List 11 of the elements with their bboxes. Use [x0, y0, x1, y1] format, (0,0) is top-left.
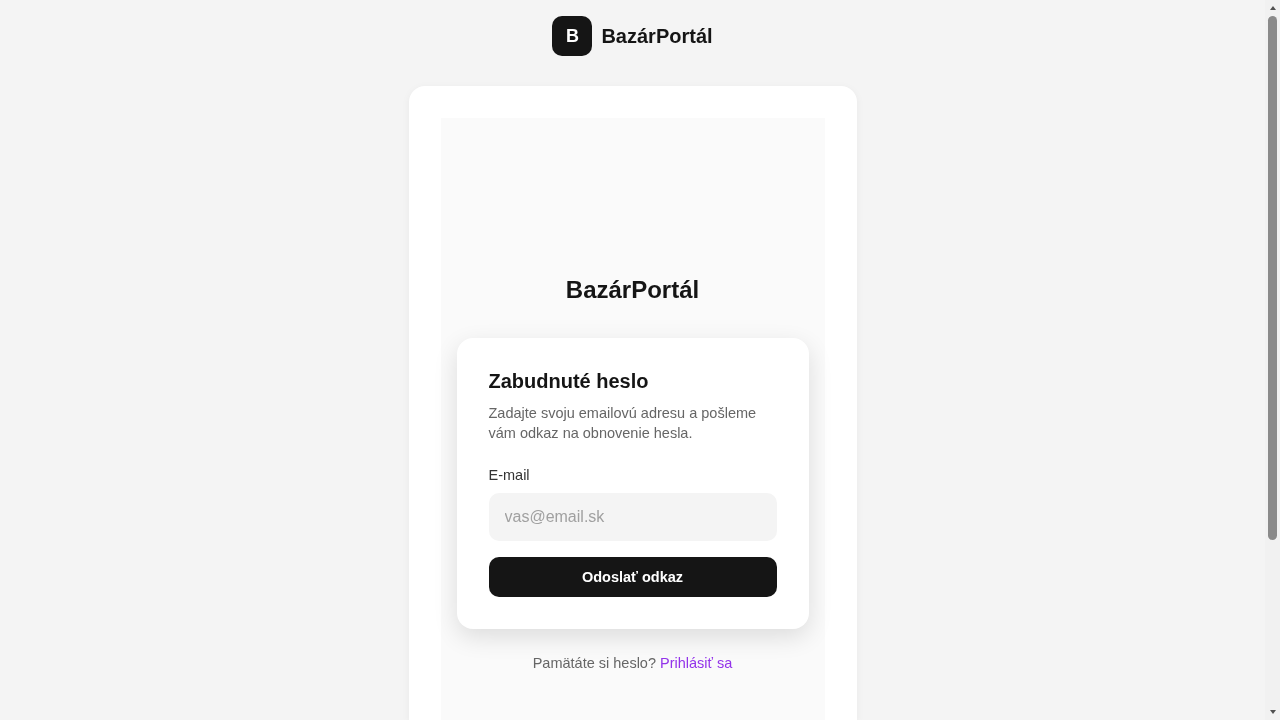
login-prompt: Pamätáte si heslo? [532, 655, 656, 671]
submit-button[interactable]: Odoslať odkaz [488, 557, 777, 597]
email-field[interactable]: vas@email.sk [488, 493, 777, 541]
panel-title: BazárPortál [565, 276, 700, 304]
form-title: Zabudnuté heslo [488, 370, 650, 393]
login-link[interactable]: Prihlásiť sa [660, 655, 733, 671]
scrollbar-thumb[interactable] [1268, 16, 1277, 540]
brand-name: BazárPortál [601, 24, 713, 48]
form-description: Zadajte svoju emailovú adresu a pošleme vám odkaz na obnovenie hesla. [488, 404, 758, 443]
logo-badge: B [552, 16, 593, 56]
email-label: E-mail [488, 467, 531, 483]
